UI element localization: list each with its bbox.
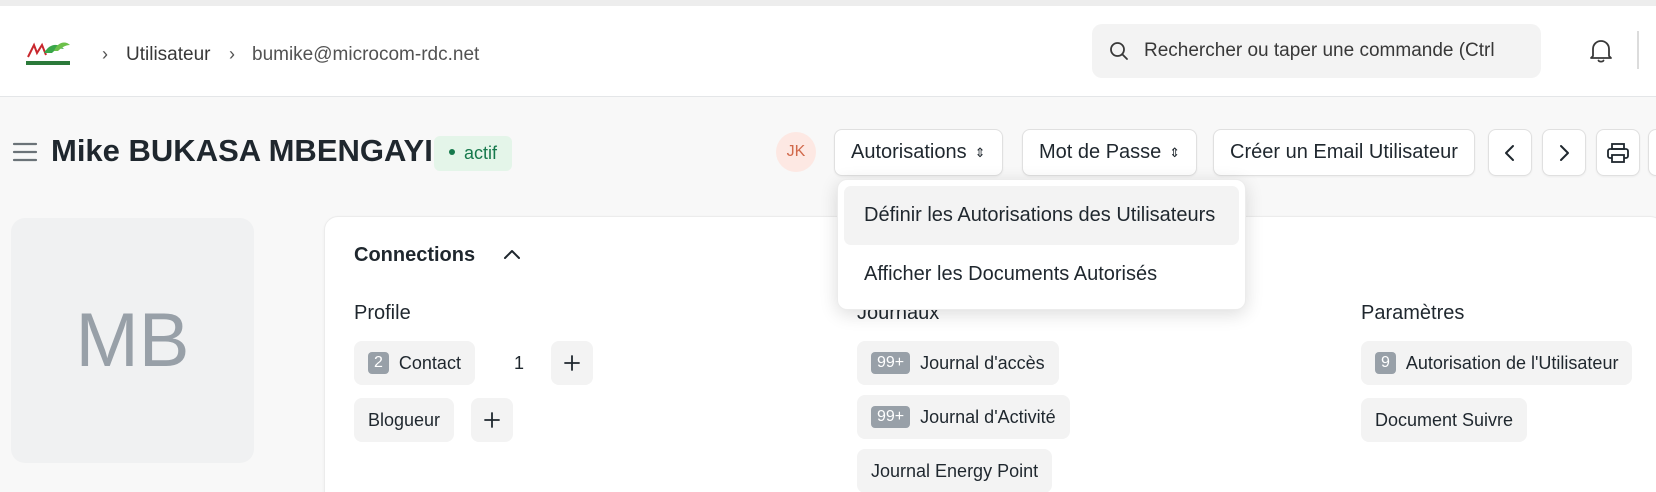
menu-item-set-user-permissions[interactable]: Définir les Autorisations des Utilisateu… — [844, 186, 1239, 245]
chevron-right-icon — [1560, 144, 1569, 161]
breadcrumb-utilisateur[interactable]: Utilisateur — [126, 44, 210, 66]
connection-label: Journal d'Activité — [920, 407, 1056, 427]
next-record-button[interactable] — [1542, 129, 1586, 176]
user-avatar[interactable]: MB — [11, 218, 254, 463]
navbar-edge-divider — [1637, 31, 1639, 69]
hamburger-icon[interactable] — [12, 141, 38, 168]
permissions-dropdown-button[interactable]: Autorisations ⇕ — [834, 129, 1003, 176]
chevron-right-icon: › — [229, 44, 235, 64]
permissions-dropdown-menu: Définir les Autorisations des Utilisateu… — [837, 179, 1246, 310]
group-title-parametres: Paramètres — [1361, 302, 1465, 324]
breadcrumb-user-email[interactable]: bumike@microcom-rdc.net — [252, 44, 479, 66]
connection-label: Contact — [398, 353, 461, 373]
password-dropdown-button[interactable]: Mot de Passe ⇕ — [1022, 129, 1198, 176]
permissions-button-label: Autorisations — [851, 141, 967, 163]
chevron-right-icon: › — [102, 44, 108, 64]
connection-blogueur[interactable]: Blogueur — [354, 398, 455, 442]
search-input[interactable] — [1144, 24, 1534, 78]
menu-item-view-permitted-documents[interactable]: Afficher les Documents Autorisés — [844, 245, 1239, 304]
group-title-profile: Profile — [354, 302, 411, 324]
count-badge: 2 — [368, 352, 389, 375]
connections-section-title[interactable]: Connections — [354, 244, 475, 267]
create-user-email-button[interactable]: Créer un Email Utilisateur — [1213, 129, 1475, 176]
connection-activity-log[interactable]: 99+ Journal d'Activité — [857, 395, 1070, 439]
connection-document-follow[interactable]: Document Suivre — [1361, 398, 1528, 442]
chevron-up-icon[interactable] — [503, 247, 521, 265]
contact-open-count[interactable]: 1 — [514, 353, 524, 374]
search-bar[interactable] — [1092, 24, 1541, 78]
previous-record-button[interactable] — [1488, 129, 1532, 176]
navbar: › Utilisateur › bumike@microcom-rdc.net — [0, 6, 1656, 97]
more-actions-button[interactable] — [1648, 129, 1656, 176]
print-button[interactable] — [1596, 129, 1640, 176]
connection-label: Journal d'accès — [920, 353, 1045, 373]
bell-icon[interactable] — [1589, 38, 1613, 69]
count-badge: 99+ — [871, 352, 911, 375]
microcom-logo[interactable] — [22, 39, 74, 69]
printer-icon — [1607, 142, 1629, 163]
plus-icon — [484, 412, 500, 428]
connection-label: Autorisation de l'Utilisateur — [1405, 353, 1619, 373]
connection-contact[interactable]: 2 Contact — [354, 341, 475, 385]
plus-icon — [564, 355, 580, 371]
connection-energy-point-log[interactable]: Journal Energy Point — [857, 449, 1053, 492]
chevron-updown-icon: ⇕ — [1169, 145, 1181, 161]
count-badge: 99+ — [871, 406, 911, 429]
add-contact-button[interactable] — [551, 341, 593, 385]
connection-user-permission[interactable]: 9 Autorisation de l'Utilisateur — [1361, 341, 1633, 385]
chevron-updown-icon: ⇕ — [974, 145, 986, 161]
status-label: actif — [464, 143, 498, 163]
add-blogueur-button[interactable] — [471, 398, 513, 442]
status-dot — [449, 149, 455, 156]
password-button-label: Mot de Passe — [1039, 141, 1162, 163]
assigned-user-avatar[interactable]: JK — [776, 132, 816, 172]
search-icon — [1110, 42, 1128, 60]
count-badge: 9 — [1375, 352, 1396, 375]
page-title: Mike BUKASA MBENGAYI — [51, 133, 433, 168]
status-badge: actif — [434, 136, 513, 171]
chevron-left-icon — [1505, 144, 1514, 161]
connection-access-log[interactable]: 99+ Journal d'accès — [857, 341, 1059, 385]
